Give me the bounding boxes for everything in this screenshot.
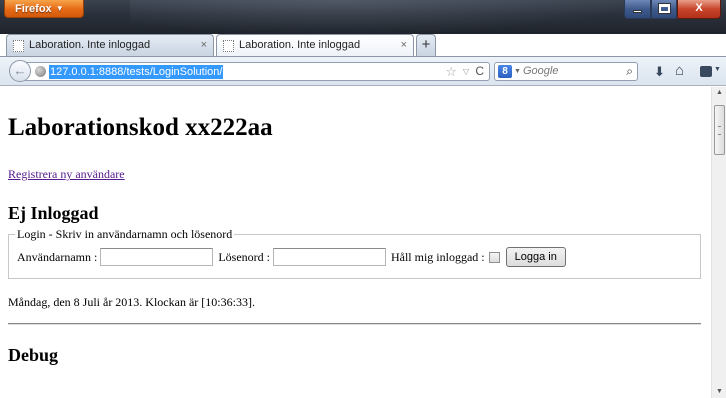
page-content: Laborationskod xx222aa Registrera ny anv… [0, 87, 711, 398]
tab-strip: Laboration. Inte inloggad × Laboration. … [0, 34, 726, 56]
new-tab-button[interactable]: + [416, 34, 436, 56]
vertical-scrollbar[interactable]: ▲ ▼ [711, 87, 726, 398]
date-time-text: Måndag, den 8 Juli år 2013. Klockan är [… [8, 295, 255, 309]
login-legend: Login - Skriv in användarnamn och löseno… [15, 227, 235, 241]
url-text[interactable]: 127.0.0.1:8888/tests/LoginSolution/ [49, 65, 224, 79]
page-icon [13, 40, 24, 52]
tab-title: Laboration. Inte inloggad [239, 39, 361, 51]
chevron-down-icon: ▼ [55, 4, 64, 13]
download-icon[interactable]: ⬇ [654, 64, 665, 80]
home-icon[interactable]: ⌂ [675, 62, 684, 79]
username-input[interactable] [100, 248, 214, 266]
login-status-heading: Ej Inloggad [8, 203, 99, 223]
search-bar[interactable]: 8 ▼ Google ⌕ [494, 62, 638, 81]
debug-heading: Debug [8, 345, 59, 365]
bookmarks-menu-icon[interactable] [700, 66, 712, 77]
scroll-up-icon[interactable]: ▲ [712, 89, 726, 96]
minimize-icon [633, 10, 642, 13]
maximize-button[interactable] [651, 0, 677, 19]
window-controls: X [624, 0, 721, 19]
password-input[interactable] [272, 248, 386, 266]
login-fieldset: Login - Skriv in användarnamn och löseno… [8, 227, 701, 279]
url-bar[interactable]: 127.0.0.1:8888/tests/LoginSolution/ ☆ ▽ … [24, 62, 490, 81]
scroll-down-icon[interactable]: ▼ [712, 388, 726, 395]
divider [8, 323, 701, 325]
navigation-toolbar: ← 127.0.0.1:8888/tests/LoginSolution/ ☆ … [0, 56, 726, 86]
page-icon [223, 40, 234, 52]
close-icon: X [695, 2, 703, 14]
register-link[interactable]: Registrera ny användare [8, 167, 125, 182]
username-label: Användarnamn : [17, 249, 98, 264]
engine-dropdown-icon[interactable]: ▼ [514, 63, 521, 81]
login-button[interactable]: Logga in [505, 247, 566, 267]
remember-me-checkbox[interactable] [488, 251, 500, 263]
password-label: Lösenord : [218, 249, 270, 264]
tab-title: Laboration. Inte inloggad [29, 39, 151, 51]
search-engine-icon[interactable]: 8 [498, 65, 512, 78]
scroll-thumb[interactable] [714, 105, 725, 155]
magnifier-icon[interactable]: ⌕ [626, 63, 633, 80]
history-dropdown-icon[interactable]: ▽ [463, 63, 469, 81]
firefox-menu-label: Firefox [15, 3, 52, 15]
bookmark-star-icon[interactable]: ☆ [445, 63, 457, 80]
page-title: Laborationskod xx222aa [8, 114, 273, 141]
tab-laboration-2[interactable]: Laboration. Inte inloggad × [216, 34, 414, 56]
tab-close-icon[interactable]: × [201, 35, 207, 56]
remember-label: Håll mig inloggad : [390, 249, 485, 264]
maximize-icon [658, 4, 670, 13]
reload-icon[interactable]: C [475, 63, 484, 80]
tab-close-icon[interactable]: × [401, 35, 407, 56]
search-placeholder: Google [523, 65, 559, 77]
firefox-menu-button[interactable]: Firefox ▼ [4, 0, 84, 18]
minimize-button[interactable] [624, 0, 651, 19]
chevron-down-icon[interactable]: ▼ [714, 66, 721, 73]
window-titlebar: Firefox ▼ X [0, 0, 726, 34]
tab-laboration-1[interactable]: Laboration. Inte inloggad × [6, 34, 214, 56]
globe-icon [35, 66, 46, 77]
arrow-left-icon: ← [13, 63, 27, 78]
login-row: Användarnamn : Lösenord : Håll mig inlog… [17, 247, 566, 267]
back-button[interactable]: ← [9, 60, 31, 82]
window-close-button[interactable]: X [677, 0, 721, 19]
